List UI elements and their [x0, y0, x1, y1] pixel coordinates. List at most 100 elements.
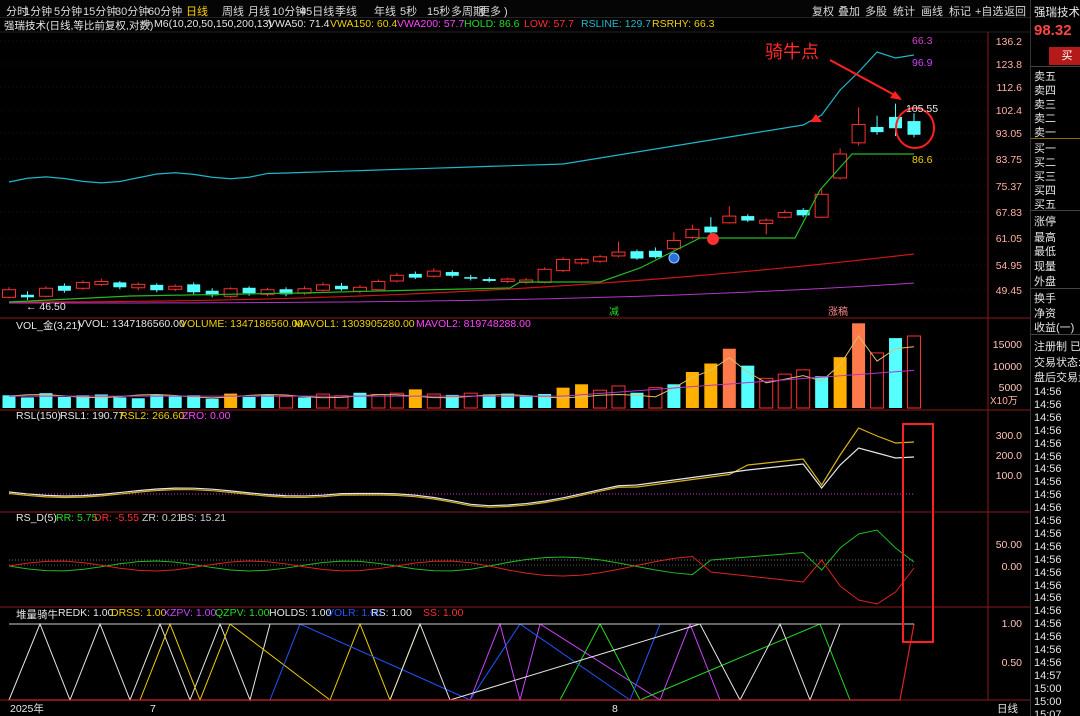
- tick-time: 14:56: [1034, 463, 1062, 476]
- candle-body: [94, 280, 109, 285]
- candle-body: [482, 279, 496, 281]
- y-tick-label: 100.0: [996, 470, 1022, 482]
- volume-bar: [519, 395, 533, 408]
- y-tick-label: 123.8: [996, 59, 1022, 71]
- volume-bar: [298, 397, 312, 408]
- divider: [1031, 210, 1080, 211]
- volume-bar: [150, 394, 164, 408]
- candle-body: [371, 280, 386, 291]
- candle-body: [907, 121, 921, 135]
- quote-label: 外盘: [1034, 276, 1056, 288]
- candle-body: [352, 286, 367, 292]
- rsl1-line: [8, 447, 915, 507]
- y-tick-label: 50.00: [996, 539, 1022, 551]
- volume-bar: [2, 395, 16, 408]
- candle-body: [630, 251, 644, 259]
- candle-body: [315, 284, 330, 291]
- tick-time: 14:56: [1034, 553, 1062, 566]
- high-price-label: 105.55: [906, 103, 938, 115]
- tick-time: 14:56: [1034, 450, 1062, 463]
- stock-price: 98.32: [1034, 22, 1072, 39]
- dr-line: [8, 555, 915, 605]
- y-tick-label: 75.37: [996, 181, 1022, 193]
- rsl2-line: [8, 427, 915, 508]
- tick-time: 14:56: [1034, 437, 1062, 450]
- stock-name: 强瑞技术: [1034, 7, 1080, 19]
- tick-time: 14:56: [1034, 476, 1062, 489]
- x-tick-label: 7: [150, 703, 156, 715]
- buy-button[interactable]: 买: [1049, 47, 1080, 65]
- period-label: 日线: [997, 702, 1018, 715]
- candle-body: [556, 258, 571, 272]
- y-tick-label: 93.05: [996, 128, 1022, 140]
- quote-label: 最低: [1034, 246, 1056, 258]
- candle-body: [223, 288, 238, 297]
- candle-body: [500, 278, 515, 282]
- candle-body: [814, 193, 829, 218]
- candle-body: [759, 219, 774, 225]
- divider: [1031, 138, 1080, 139]
- tick-time: 14:56: [1034, 515, 1062, 527]
- y-tick-label: 0.50: [1002, 657, 1023, 669]
- x-tick-label: 2025年: [10, 702, 44, 715]
- quote-label: 涨停: [1034, 216, 1056, 228]
- candle-body: [131, 283, 146, 289]
- quote-label: 交易状态:: [1034, 357, 1080, 369]
- candle-body: [777, 211, 792, 218]
- candle-body: [464, 277, 478, 279]
- volume-bar: [205, 398, 219, 408]
- volume-bar: [463, 392, 478, 409]
- signal-zigzag: [389, 622, 841, 702]
- volume-bar: [611, 385, 626, 409]
- y-tick-label: 200.0: [996, 450, 1022, 462]
- candle-body: [574, 258, 589, 264]
- tick-time: 14:56: [1034, 489, 1062, 502]
- tick-time: 15:00: [1034, 682, 1062, 695]
- y-tick-label: 300.0: [996, 430, 1022, 442]
- volume-bar: [131, 398, 145, 408]
- low-price-label: ← 46.50: [26, 301, 66, 313]
- tick-time: 14:56: [1034, 398, 1062, 411]
- x-tick-label: 8: [612, 703, 618, 715]
- y-tick-label: 49.45: [996, 285, 1022, 297]
- signal-zigzag: [139, 622, 421, 702]
- tick-time: 14:57: [1034, 669, 1062, 682]
- volume-bar: [408, 389, 422, 408]
- y-tick-label: 1.00: [1002, 618, 1023, 630]
- candle-body: [537, 268, 552, 283]
- volume-bar: [279, 396, 294, 409]
- tick-time: 14:56: [1034, 618, 1062, 631]
- volume-bar: [57, 396, 71, 408]
- tick-time: 14:56: [1034, 566, 1062, 579]
- annotation-arrowhead: [890, 91, 902, 100]
- quote-label: 注册制 已: [1034, 341, 1080, 353]
- signal-marker: [668, 252, 680, 264]
- event-label: 减: [609, 306, 619, 318]
- divider: [1031, 334, 1080, 335]
- y-tick-label: 54.95: [996, 260, 1022, 272]
- hold-end-label: 86.6: [912, 154, 933, 166]
- candle-body: [113, 282, 127, 288]
- tick-time: 14:56: [1034, 502, 1062, 515]
- volume-unit-label: X10万: [990, 396, 1018, 407]
- quote-side-panel: 强瑞技术 98.32 买 卖五 卖四 卖三 卖二 卖一 买一 买二 买三 买四 买五 涨停 最高 最低现…: [1030, 0, 1080, 716]
- candle-body: [187, 284, 201, 293]
- tick-time: 14:56: [1034, 579, 1062, 592]
- volume-bar: [261, 394, 275, 408]
- y-tick-label: 67.83: [996, 207, 1022, 219]
- candle-body: [870, 126, 884, 133]
- chart-canvas[interactable]: 136.2 123.8 112.6 102.4 93.05 83.75 75.37 67.83…: [0, 0, 1030, 716]
- volume-bar: [113, 397, 127, 408]
- candle-body: [648, 250, 662, 258]
- y-tick-label: 5000: [999, 382, 1023, 394]
- y-tick-label: 83.75: [996, 154, 1022, 166]
- volume-bar: [242, 396, 256, 408]
- volume-bar: [445, 394, 459, 408]
- candle-body: [722, 215, 737, 224]
- candle-body: [334, 285, 348, 290]
- candle-body: [150, 284, 164, 291]
- candle-body: [851, 123, 866, 144]
- candle-body: [38, 287, 53, 297]
- y-tick-label: 61.05: [996, 233, 1022, 245]
- candle-body: [666, 239, 681, 250]
